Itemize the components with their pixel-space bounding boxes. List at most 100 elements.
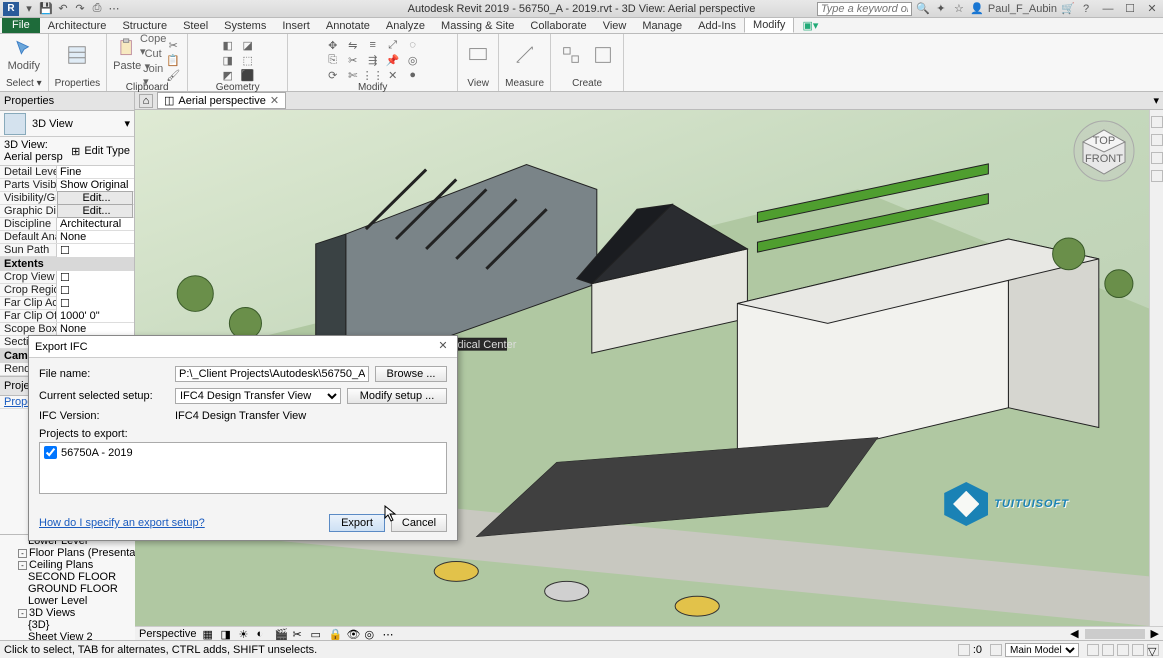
measure-icon[interactable] xyxy=(511,38,539,72)
nav-wheel-icon[interactable] xyxy=(1151,116,1163,128)
brush-icon[interactable]: 🖌 xyxy=(165,68,181,82)
move-icon[interactable]: ✥ xyxy=(325,38,341,52)
file-name-input[interactable] xyxy=(175,366,369,382)
scale-icon[interactable]: ⤢ xyxy=(385,38,401,52)
lock3d-icon[interactable]: 🔒 xyxy=(328,628,340,640)
delete-icon[interactable]: ✕ xyxy=(385,68,401,82)
qat-undo-icon[interactable]: ↶ xyxy=(56,2,70,16)
tree-item[interactable]: SECOND FLOOR xyxy=(0,571,135,583)
help-search-input[interactable] xyxy=(817,2,912,16)
matchprops-icon[interactable]: ✂ xyxy=(165,38,181,52)
tab-addins[interactable]: Add-Ins xyxy=(690,19,744,33)
tab-massing-site[interactable]: Massing & Site xyxy=(433,19,522,33)
tab-insert[interactable]: Insert xyxy=(274,19,318,33)
crop-region-icon[interactable]: ▭ xyxy=(310,628,322,640)
rotate-icon[interactable]: ⟳ xyxy=(325,68,341,82)
tab-steel[interactable]: Steel xyxy=(175,19,216,33)
edit-type-icon[interactable]: ⊞ xyxy=(71,145,80,158)
view-tabs-expand-icon[interactable]: ▾ xyxy=(1153,94,1159,107)
signin-icon[interactable]: ☆ xyxy=(952,2,966,16)
split-icon[interactable]: ✄ xyxy=(345,68,361,82)
tree-item[interactable]: -3D Views xyxy=(0,607,135,619)
hscroll-track[interactable] xyxy=(1085,629,1145,639)
create-icon-1[interactable] xyxy=(557,38,585,72)
file-tab[interactable]: File xyxy=(2,17,40,33)
project-checkbox[interactable] xyxy=(44,446,57,459)
clipboard-small-icon[interactable]: 📋 xyxy=(165,53,181,67)
reveal-icon[interactable]: ◎ xyxy=(364,628,376,640)
tree-item[interactable]: GROUND FLOOR xyxy=(0,583,135,595)
viewcube[interactable]: TOP FRONT xyxy=(1073,120,1135,182)
type-selector[interactable]: 3D View ▾ xyxy=(0,111,134,137)
tab-architecture[interactable]: Architecture xyxy=(40,19,115,33)
geom-icon-5[interactable]: ⬚ xyxy=(240,53,256,67)
properties-icon[interactable] xyxy=(63,38,91,72)
tree-item[interactable]: {3D} xyxy=(0,619,135,631)
view-tab-close-icon[interactable]: ✕ xyxy=(270,94,279,107)
scale-label[interactable]: Perspective xyxy=(139,628,196,640)
join-item[interactable]: Join ▾ xyxy=(145,68,161,82)
temp-hide-icon[interactable]: 👁 xyxy=(346,628,358,640)
shadows-icon[interactable]: ◐ xyxy=(256,628,268,640)
view-tab-active[interactable]: ◫ Aerial perspective ✕ xyxy=(157,92,286,109)
help-link[interactable]: How do I specify an export setup? xyxy=(39,517,205,529)
editable-only-icon[interactable] xyxy=(990,644,1002,656)
align-icon[interactable]: ≡ xyxy=(365,38,381,52)
visual-style-icon[interactable]: ◨ xyxy=(220,628,232,640)
home-view-icon[interactable]: ⌂ xyxy=(139,94,153,108)
geom-icon-2[interactable]: ◨ xyxy=(220,53,236,67)
qat-print-icon[interactable]: ⎙ xyxy=(90,2,104,16)
tab-manage[interactable]: Manage xyxy=(634,19,690,33)
tab-systems[interactable]: Systems xyxy=(216,19,274,33)
user-icon[interactable]: 👤 xyxy=(970,2,984,16)
export-button[interactable]: Export xyxy=(329,514,385,532)
sb-icon-3[interactable] xyxy=(1117,644,1129,656)
geom-icon-3[interactable]: ◩ xyxy=(220,68,236,82)
mod-extra-2[interactable]: ◎ xyxy=(405,53,421,67)
vc-more-icon[interactable]: ⋯ xyxy=(382,628,394,640)
qat-open-icon[interactable]: ▾ xyxy=(22,2,36,16)
close-button[interactable]: ✕ xyxy=(1141,1,1163,17)
hscroll-right-icon[interactable]: ▶ xyxy=(1151,627,1159,640)
geom-icon-1[interactable]: ◧ xyxy=(220,38,236,52)
tree-expand-icon[interactable]: - xyxy=(18,561,27,570)
copy-icon[interactable]: ⎘ xyxy=(325,53,341,67)
offset-icon[interactable]: ⇶ xyxy=(365,53,381,67)
ribbon-play-icon[interactable]: ▣▾ xyxy=(798,18,822,33)
browse-button[interactable]: Browse ... xyxy=(375,366,447,382)
sb-icon-2[interactable] xyxy=(1102,644,1114,656)
tree-item[interactable]: -Floor Plans (Presentation) xyxy=(0,547,135,559)
edit-type-link[interactable]: Edit Type xyxy=(84,145,130,157)
qat-more-icon[interactable]: ⋯ xyxy=(107,2,121,16)
trim-icon[interactable]: ✂ xyxy=(345,53,361,67)
detail-level-icon[interactable]: ▦ xyxy=(202,628,214,640)
hscroll-left-icon[interactable]: ◀ xyxy=(1070,627,1078,640)
crop-icon[interactable]: ✂ xyxy=(292,628,304,640)
tab-annotate[interactable]: Annotate xyxy=(318,19,378,33)
nav-zoom-icon[interactable] xyxy=(1151,152,1163,164)
geom-icon-4[interactable]: ◪ xyxy=(240,38,256,52)
type-dropdown-icon[interactable]: ▾ xyxy=(124,117,130,130)
array-icon[interactable]: ⋮⋮ xyxy=(365,68,381,82)
create-icon-2[interactable] xyxy=(589,38,617,72)
tree-item[interactable]: Sheet View 2 xyxy=(0,631,135,640)
tree-item[interactable]: Lower Level xyxy=(0,595,135,607)
filter-icon[interactable]: ▽ xyxy=(1147,644,1159,656)
sunpath-icon[interactable]: ☀ xyxy=(238,628,250,640)
sb-icon-1[interactable] xyxy=(1087,644,1099,656)
modify-tool-icon[interactable]: Modify xyxy=(10,38,38,72)
view-icon[interactable] xyxy=(464,38,492,72)
sb-icon-4[interactable] xyxy=(1132,644,1144,656)
dialog-close-icon[interactable]: ✕ xyxy=(435,339,451,355)
modify-setup-button[interactable]: Modify setup ... xyxy=(347,388,447,404)
mod-extra-3[interactable]: ● xyxy=(405,68,421,82)
nav-pan-icon[interactable] xyxy=(1151,134,1163,146)
minimize-button[interactable]: — xyxy=(1097,1,1119,17)
maximize-button[interactable]: ☐ xyxy=(1119,1,1141,17)
select-links-icon[interactable] xyxy=(958,644,970,656)
appstore-icon[interactable]: 🛒 xyxy=(1061,2,1075,16)
tab-view[interactable]: View xyxy=(595,19,635,33)
project-checkbox-row[interactable]: 56750A - 2019 xyxy=(44,446,442,459)
search-icon[interactable]: 🔍 xyxy=(916,2,930,16)
paste-icon[interactable]: Paste xyxy=(113,38,141,72)
